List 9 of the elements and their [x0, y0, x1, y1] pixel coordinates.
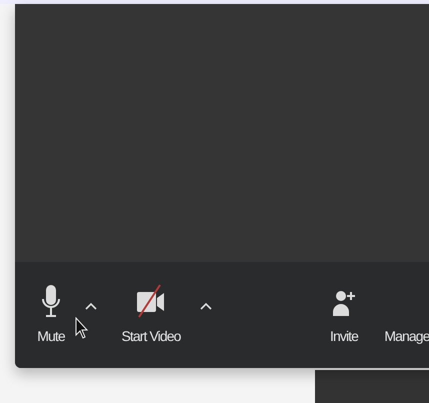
- manage-button[interactable]: Manage: [384, 284, 429, 346]
- caret-button[interactable]: [200, 302, 212, 310]
- caret-icon: [200, 302, 212, 310]
- invite-button[interactable]: Invite: [330, 284, 358, 346]
- audio-button[interactable]: Mute: [37, 284, 65, 346]
- video-button[interactable]: Start Video: [121, 284, 181, 346]
- mouse-cursor-icon: [75, 317, 89, 339]
- caret-icon: [85, 302, 97, 310]
- caret-button[interactable]: [85, 302, 97, 310]
